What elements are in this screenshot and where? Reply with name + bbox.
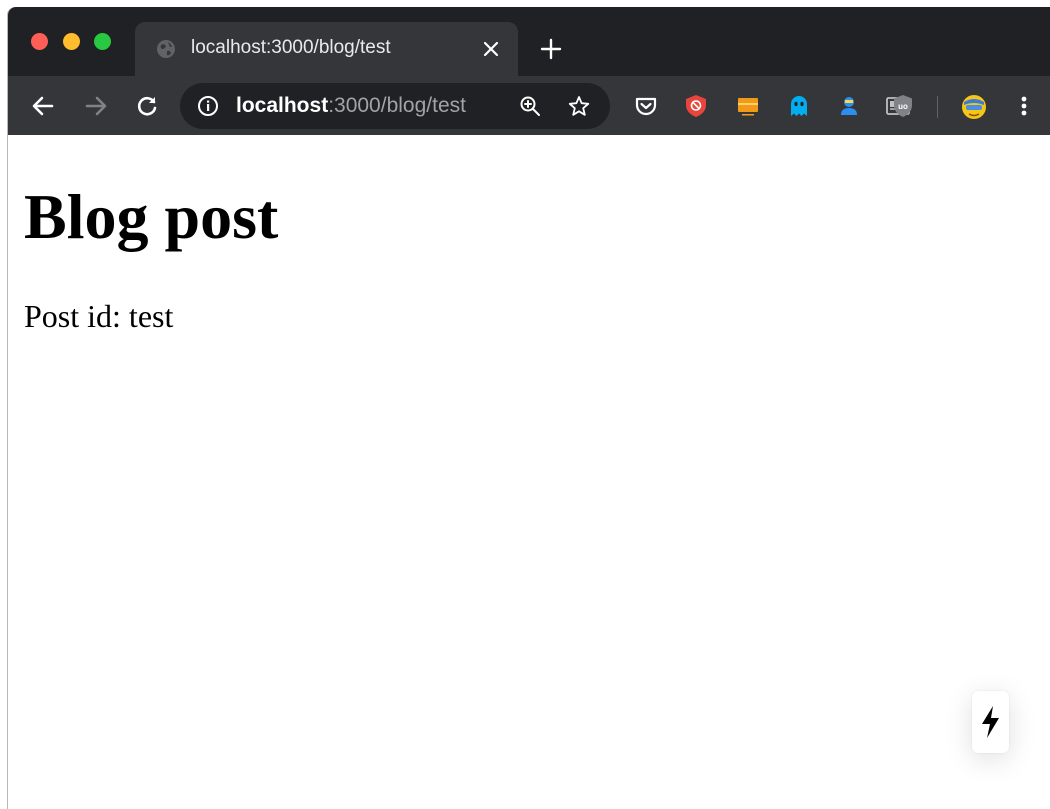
svg-text:uo: uo	[898, 102, 908, 111]
profile-avatar-icon[interactable]	[960, 93, 988, 126]
address-bar[interactable]: localhost:3000/blog/test	[180, 83, 610, 129]
browser-window: localhost:3000/blog/test localhost:3000/…	[8, 7, 1050, 809]
tab-title: localhost:3000/blog/test	[191, 37, 391, 58]
toolbar-divider	[937, 96, 938, 118]
url-text[interactable]: localhost:3000/blog/test	[236, 94, 466, 118]
forward-arrow-icon[interactable]	[83, 93, 109, 124]
page-content: Blog post Post id: test	[8, 135, 1050, 809]
tab-active[interactable]: localhost:3000/blog/test	[135, 22, 518, 76]
tab-close-icon[interactable]	[481, 39, 501, 64]
tab-strip: localhost:3000/blog/test	[8, 7, 1050, 76]
window-minimize-button[interactable]	[63, 33, 80, 50]
window-maximize-button[interactable]	[94, 33, 111, 50]
blue-person-icon[interactable]	[836, 93, 862, 124]
url-host: localhost	[236, 94, 329, 117]
bookmark-star-icon[interactable]	[568, 95, 590, 122]
info-icon[interactable]	[197, 95, 219, 122]
browser-toolbar: localhost:3000/blog/test uo	[8, 76, 1050, 136]
reload-icon[interactable]	[134, 93, 160, 124]
browser-menu-icon[interactable]	[1014, 93, 1034, 124]
zoom-in-icon[interactable]	[519, 95, 541, 122]
window-close-button[interactable]	[31, 33, 48, 50]
back-arrow-icon[interactable]	[30, 93, 56, 124]
page-title: Blog post	[24, 181, 279, 252]
new-tab-icon[interactable]	[540, 38, 562, 65]
ublock-icon[interactable]: uo	[888, 93, 914, 124]
lightning-bolt-icon	[982, 706, 999, 738]
globe-icon	[156, 39, 176, 64]
prerender-indicator[interactable]	[972, 691, 1009, 753]
post-id-text: Post id: test	[24, 298, 174, 334]
orange-extension-icon[interactable]	[735, 93, 761, 124]
url-path: :3000/blog/test	[328, 94, 466, 117]
ghostery-icon[interactable]	[786, 93, 812, 124]
ad-block-shield-icon[interactable]	[683, 93, 709, 124]
pocket-icon[interactable]	[633, 93, 659, 124]
